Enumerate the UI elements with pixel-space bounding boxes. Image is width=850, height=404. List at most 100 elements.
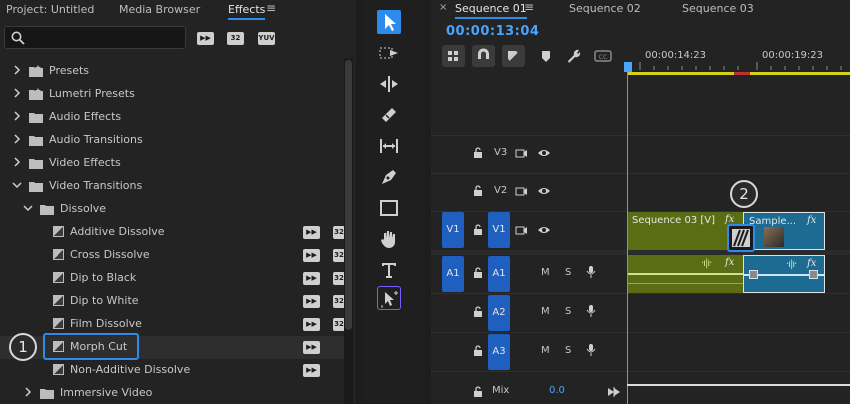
sync-lock-icon[interactable] <box>515 185 527 197</box>
tree-item[interactable]: Video Transitions <box>0 175 344 198</box>
lock-icon[interactable] <box>472 306 484 318</box>
sync-lock-icon[interactable] <box>515 224 527 236</box>
audio-clip-a1-right[interactable]: ·ı|ı· fx <box>743 255 825 293</box>
tree-item[interactable]: Cross Dissolve ▶▶ 32 <box>0 244 345 267</box>
effects-scrollbar[interactable] <box>344 58 353 404</box>
chevron-right-icon[interactable] <box>12 88 22 98</box>
lock-icon[interactable] <box>472 386 484 398</box>
pen-tool[interactable] <box>377 165 401 189</box>
tree-item[interactable]: Video Effects <box>0 152 344 175</box>
tab-effects[interactable]: Effects <box>228 3 266 20</box>
solo-button[interactable]: S <box>565 345 571 356</box>
tree-item[interactable]: Dissolve <box>0 198 344 221</box>
accelerated-badge-icon: ▶▶ <box>303 272 320 285</box>
playhead-line[interactable] <box>627 72 628 404</box>
video-clip-sequence-03[interactable]: Sequence 03 [V] fx <box>627 212 743 250</box>
wrench-icon[interactable] <box>565 47 583 65</box>
hand-tool[interactable] <box>377 227 401 251</box>
tree-item[interactable]: Presets <box>0 60 344 83</box>
effects-search-box[interactable] <box>4 26 186 49</box>
tab-media-browser[interactable]: Media Browser <box>119 3 200 16</box>
tab-project[interactable]: Project: Untitled <box>6 3 94 16</box>
tree-item[interactable]: Non-Additive Dissolve ▶▶ <box>0 359 344 382</box>
pen-icon <box>382 170 396 184</box>
track-target-a1[interactable]: A1 <box>488 256 510 292</box>
remix-tool[interactable] <box>377 286 401 310</box>
microphone-icon[interactable] <box>585 266 597 278</box>
track-target-a3[interactable]: A3 <box>488 334 510 370</box>
track-target-v1[interactable]: V1 <box>488 212 510 248</box>
razor-tool[interactable] <box>377 103 401 127</box>
track-header-a3: A3 M S <box>431 333 625 370</box>
tree-item[interactable]: Additive Dissolve ▶▶ 32 <box>0 221 345 244</box>
mix-go-to-end-icon[interactable] <box>608 386 620 398</box>
tree-item[interactable]: Audio Effects <box>0 106 344 129</box>
transition-handle-right[interactable] <box>809 270 818 279</box>
type-tool[interactable] <box>377 258 401 282</box>
microphone-icon[interactable] <box>585 305 597 317</box>
solo-button[interactable]: S <box>565 306 571 317</box>
sync-lock-icon[interactable] <box>515 147 527 159</box>
step-1-callout: 1 <box>9 333 37 361</box>
eye-icon[interactable] <box>538 185 550 197</box>
playhead-handle[interactable] <box>624 62 632 72</box>
eye-icon[interactable] <box>538 147 550 159</box>
insert-nest-button[interactable] <box>442 45 465 67</box>
mute-button[interactable]: M <box>541 345 550 356</box>
track-select-tool[interactable] <box>377 41 401 65</box>
slip-tool[interactable] <box>377 134 401 158</box>
effects-scroll-thumb[interactable] <box>345 60 352 330</box>
snap-button[interactable] <box>472 45 495 67</box>
morph-cut-transition-highlight[interactable] <box>727 224 755 252</box>
ripple-edit-tool[interactable] <box>377 72 401 96</box>
accelerated-effects-filter-icon[interactable]: ▶▶ <box>197 32 214 45</box>
video-clip-sample[interactable]: Sample... fx <box>743 212 825 250</box>
lock-icon[interactable] <box>472 267 484 279</box>
solo-button[interactable]: S <box>565 267 571 278</box>
add-marker-icon[interactable] <box>537 47 555 65</box>
tab-sequence-03[interactable]: Sequence 03 <box>682 2 754 15</box>
tree-item[interactable]: Immersive Video <box>0 382 344 404</box>
microphone-icon[interactable] <box>585 344 597 356</box>
close-sequence-icon[interactable]: × <box>439 2 447 13</box>
chevron-down-icon[interactable] <box>23 203 33 213</box>
lock-icon[interactable] <box>472 185 484 197</box>
search-input[interactable] <box>29 29 179 46</box>
lock-icon[interactable] <box>472 224 484 236</box>
source-patch-a1[interactable]: A1 <box>442 256 464 292</box>
captions-icon[interactable]: CC <box>594 47 612 65</box>
linked-selection-button[interactable] <box>502 45 525 67</box>
32bit-filter-button[interactable]: 32 <box>227 32 244 45</box>
chevron-right-icon[interactable] <box>23 387 33 397</box>
tab-sequence-01[interactable]: Sequence 01 <box>455 2 527 19</box>
audio-clip-a1-left[interactable]: ·ı|ı· fx <box>627 255 743 293</box>
chevron-right-icon[interactable] <box>12 157 22 167</box>
chevron-right-icon[interactable] <box>12 65 22 75</box>
playhead-timecode[interactable]: 00:00:13:04 <box>446 24 539 39</box>
chevron-right-icon[interactable] <box>12 134 22 144</box>
mix-value[interactable]: 0.0 <box>549 385 565 396</box>
tree-item[interactable]: Lumetri Presets <box>0 83 344 106</box>
chevron-right-icon[interactable] <box>12 111 22 121</box>
lock-icon[interactable] <box>472 345 484 357</box>
tree-item[interactable]: Audio Transitions <box>0 129 344 152</box>
tree-item[interactable]: Dip to White ▶▶ 32 <box>0 290 345 313</box>
transition-effect-icon <box>53 318 64 329</box>
transition-handle-left[interactable] <box>749 270 758 279</box>
tab-sequence-02[interactable]: Sequence 02 <box>569 2 641 15</box>
panel-menu-icon[interactable]: ≡ <box>266 1 276 15</box>
eye-icon[interactable] <box>538 224 550 236</box>
lock-icon[interactable] <box>472 147 484 159</box>
selection-tool[interactable] <box>377 10 401 34</box>
mute-button[interactable]: M <box>541 267 550 278</box>
source-patch-v1[interactable]: V1 <box>442 212 464 248</box>
chevron-down-icon[interactable] <box>12 180 22 190</box>
rectangle-tool[interactable] <box>377 196 401 220</box>
track-target-a2[interactable]: A2 <box>488 295 510 331</box>
sequence-menu-icon[interactable]: ≡ <box>524 0 534 14</box>
mute-button[interactable]: M <box>541 306 550 317</box>
tree-item-label: Cross Dissolve <box>70 248 150 261</box>
tree-item[interactable]: Dip to Black ▶▶ 32 <box>0 267 345 290</box>
yuv-filter-button[interactable]: YUV <box>258 32 275 45</box>
audio-waveform: ·ı|ı· <box>786 259 797 270</box>
